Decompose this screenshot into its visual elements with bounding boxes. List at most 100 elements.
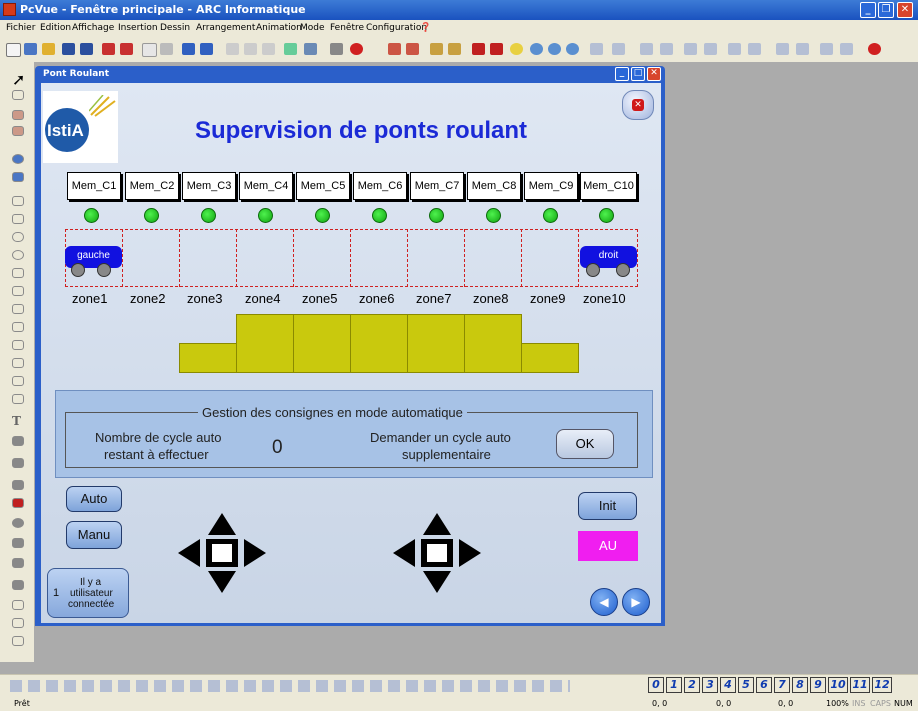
folder-icon[interactable]	[42, 43, 55, 55]
zoom-out-icon[interactable]	[548, 43, 561, 55]
mem-button-c10[interactable]: Mem_C10	[580, 172, 637, 200]
auto-button[interactable]: Auto	[66, 486, 122, 512]
bitmap-tool-icon[interactable]	[12, 458, 24, 468]
mem-button-c1[interactable]: Mem_C1	[67, 172, 121, 200]
stop-tool-icon[interactable]	[12, 518, 24, 528]
book-icon[interactable]	[490, 43, 503, 55]
save-all-icon[interactable]	[80, 43, 93, 55]
menu-fichier[interactable]: Fichier	[6, 23, 35, 33]
square-tool-icon[interactable]	[12, 636, 24, 646]
group-icon[interactable]	[728, 43, 741, 55]
error-icon[interactable]	[868, 43, 881, 55]
delete-tool-icon[interactable]	[12, 498, 24, 508]
back-icon[interactable]	[796, 43, 809, 55]
mem-button-c5[interactable]: Mem_C5	[296, 172, 350, 200]
layer-5-button[interactable]: 5	[738, 677, 754, 693]
layer-11-button[interactable]: 11	[850, 677, 870, 693]
action-tool-icon[interactable]	[12, 480, 24, 490]
next-page-button[interactable]: ▶	[622, 588, 650, 616]
alarm-tool-icon[interactable]	[12, 558, 24, 568]
layer-0-button[interactable]: 0	[648, 677, 664, 693]
zoom-area-icon[interactable]	[590, 43, 603, 55]
brush-alt-icon[interactable]	[448, 43, 461, 55]
minimize-icon[interactable]: _	[860, 2, 876, 18]
property-icon[interactable]	[284, 43, 297, 55]
zoom-prev-icon[interactable]	[612, 43, 625, 55]
polygon-tool-icon[interactable]	[12, 340, 24, 350]
menu-arrangement[interactable]: Arrangement	[196, 23, 255, 33]
rotate-tool-icon[interactable]	[12, 90, 24, 100]
arc-tool-icon[interactable]	[12, 268, 24, 278]
layer-1-button[interactable]: 1	[666, 677, 682, 693]
layout-tools-strip[interactable]	[10, 680, 570, 692]
menu-fenetre[interactable]: Fenêtre	[330, 23, 364, 33]
mem-button-c7[interactable]: Mem_C7	[410, 172, 464, 200]
init-button[interactable]: Init	[578, 492, 637, 520]
window-close-icon[interactable]: ✕	[647, 67, 661, 81]
bulb-icon[interactable]	[510, 43, 523, 55]
arrow-tool-icon[interactable]	[12, 580, 24, 590]
layer-8-button[interactable]: 8	[792, 677, 808, 693]
menu-insertion[interactable]: Insertion	[118, 23, 158, 33]
mem-button-c6[interactable]: Mem_C6	[353, 172, 407, 200]
menu-dessin[interactable]: Dessin	[160, 23, 190, 33]
mem-button-c3[interactable]: Mem_C3	[182, 172, 236, 200]
symbol-tool-icon[interactable]	[12, 436, 24, 446]
delete-icon[interactable]	[102, 43, 115, 55]
layer-6-button[interactable]: 6	[756, 677, 772, 693]
align-icon[interactable]	[640, 43, 653, 55]
restore-icon[interactable]: ❐	[878, 2, 894, 18]
bezier-tool-icon[interactable]	[12, 376, 24, 386]
book-red-icon[interactable]	[472, 43, 485, 55]
rotate-icon[interactable]	[820, 43, 833, 55]
mem-button-c8[interactable]: Mem_C8	[467, 172, 521, 200]
direction-pad-right[interactable]	[393, 513, 481, 593]
zoom-fit-icon[interactable]	[566, 43, 579, 55]
ungroup-icon[interactable]	[748, 43, 761, 55]
previous-page-button[interactable]: ◀	[590, 588, 618, 616]
zoom-in-icon[interactable]	[530, 43, 543, 55]
align-alt-icon[interactable]	[660, 43, 673, 55]
save-icon[interactable]	[62, 43, 75, 55]
close-icon[interactable]: ✕	[897, 2, 913, 18]
layer-4-button[interactable]: 4	[720, 677, 736, 693]
window-tool-icon[interactable]	[12, 172, 24, 182]
cut-icon[interactable]	[226, 43, 239, 55]
window-maximize-icon[interactable]: □	[631, 67, 645, 81]
help-icon[interactable]: ❓	[420, 23, 431, 33]
ok-button[interactable]: OK	[556, 429, 614, 459]
layer-7-button[interactable]: 7	[774, 677, 790, 693]
layout-icon[interactable]	[684, 43, 697, 55]
au-emergency-button[interactable]: AU	[578, 531, 638, 561]
layer-9-button[interactable]: 9	[810, 677, 826, 693]
copy-icon[interactable]	[244, 43, 257, 55]
print-icon[interactable]	[160, 43, 173, 55]
layer-2-button[interactable]: 2	[684, 677, 700, 693]
direction-pad-left[interactable]	[178, 513, 266, 593]
bracket-tool-icon[interactable]	[12, 286, 24, 296]
info-tool-icon[interactable]	[12, 154, 24, 164]
preview-icon[interactable]	[142, 43, 157, 57]
menu-affichage[interactable]: Affichage	[72, 23, 114, 33]
text-tool-icon[interactable]: T	[12, 414, 24, 428]
front-icon[interactable]	[776, 43, 789, 55]
trend-tool-icon[interactable]	[12, 538, 24, 548]
layer-10-button[interactable]: 10	[828, 677, 848, 693]
flip-icon[interactable]	[840, 43, 853, 55]
rounded-rect-tool-icon[interactable]	[12, 232, 24, 242]
paste-icon[interactable]	[262, 43, 275, 55]
line-tool-icon[interactable]	[12, 196, 24, 206]
undo-icon[interactable]	[182, 43, 195, 55]
pencil-icon[interactable]	[388, 43, 401, 55]
delete-all-icon[interactable]	[120, 43, 133, 55]
panel-tool-icon[interactable]	[12, 618, 24, 628]
brush-icon[interactable]	[430, 43, 443, 55]
polyline-tool-icon[interactable]	[12, 358, 24, 368]
redo-icon[interactable]	[200, 43, 213, 55]
keyboard-tool-icon[interactable]	[12, 600, 24, 610]
layer-3-button[interactable]: 3	[702, 677, 718, 693]
image-icon[interactable]	[304, 43, 317, 55]
freehand-tool-icon[interactable]	[12, 394, 24, 404]
pen-alt-tool-icon[interactable]	[12, 126, 24, 136]
close-synoptic-button[interactable]: ✕	[622, 90, 654, 120]
